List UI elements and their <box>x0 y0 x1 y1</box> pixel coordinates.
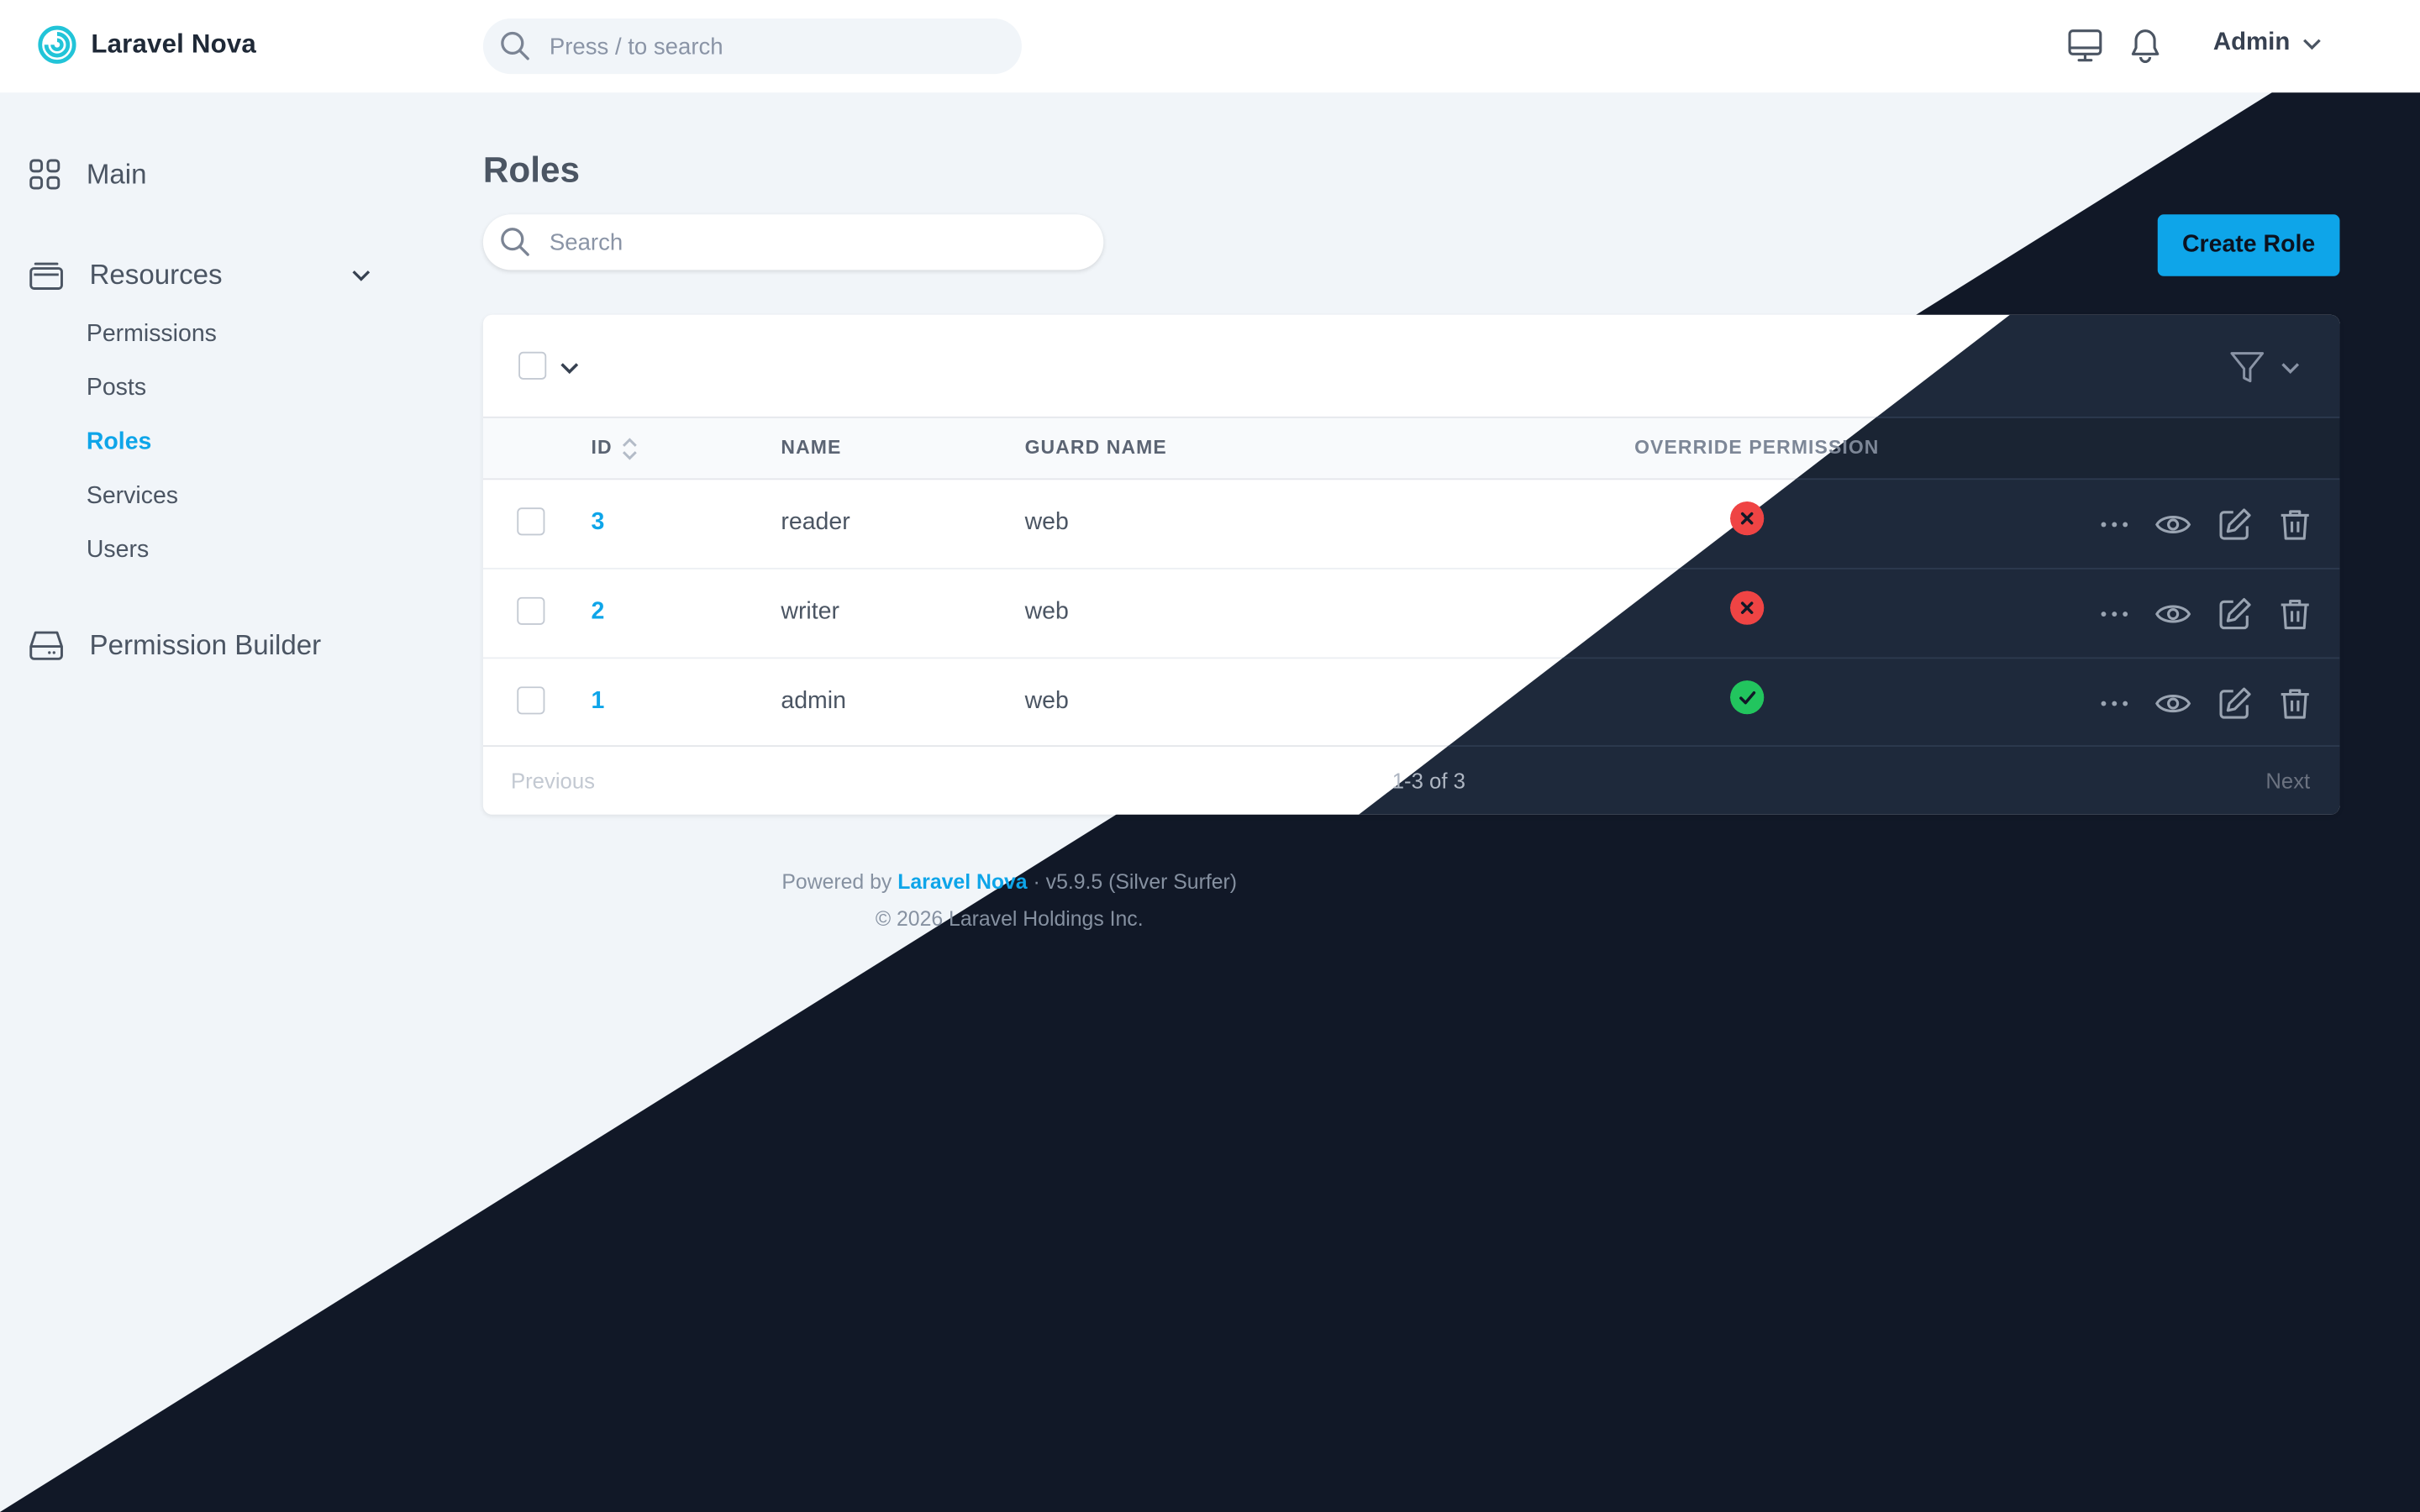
user-name: Admin <box>2212 29 2291 56</box>
drive-icon <box>29 631 63 660</box>
more-icon[interactable] <box>2096 506 2133 543</box>
brand-name: Laravel Nova <box>91 29 256 59</box>
x-circle-icon <box>1729 501 1765 536</box>
sidebar-item-label: Permission Builder <box>89 628 322 660</box>
sidebar-item-roles[interactable]: Roles <box>87 429 152 457</box>
resource-search[interactable] <box>482 214 1104 270</box>
brand[interactable]: Laravel Nova <box>37 22 256 68</box>
check-circle-icon <box>1729 680 1765 715</box>
edit-icon[interactable] <box>2217 685 2254 722</box>
sidebar: Main Resources Permissions Posts Roles S… <box>0 92 448 864</box>
filter-icon[interactable] <box>2227 347 2267 387</box>
sidebar-item-services[interactable]: Services <box>87 483 178 511</box>
table-content: ID NAME GUARD NAME OVERRIDE PERMISSION 3… <box>483 315 2340 815</box>
column-header-id[interactable]: ID <box>591 437 612 459</box>
search-icon <box>501 31 529 60</box>
chevron-down-icon[interactable] <box>2278 354 2302 379</box>
more-icon[interactable] <box>2096 596 2133 633</box>
sidebar-item-posts[interactable]: Posts <box>87 375 146 402</box>
archive-icon <box>29 262 63 290</box>
row-guard-name: web <box>1024 509 1069 536</box>
pagination-count: 1-3 of 3 <box>1392 768 1465 794</box>
trash-icon[interactable] <box>2276 506 2313 543</box>
bell-icon[interactable] <box>2128 28 2162 65</box>
trash-icon[interactable] <box>2276 685 2313 722</box>
row-name: writer <box>781 598 839 625</box>
row-id-link[interactable]: 2 <box>591 599 604 627</box>
top-header: Laravel Nova Admin <box>0 0 2420 93</box>
column-header-guard-name: GUARD NAME <box>1024 436 1167 459</box>
page-title: Roles <box>482 150 580 190</box>
row-checkbox[interactable] <box>517 686 545 715</box>
resource-search-input[interactable] <box>549 214 1075 270</box>
footer-copyright: © 2026 Laravel Holdings Inc. <box>875 907 1144 931</box>
column-header-override-permission: OVERRIDE PERMISSION <box>1634 436 1880 459</box>
row-checkbox[interactable] <box>517 507 545 536</box>
trash-icon[interactable] <box>2276 596 2313 633</box>
column-header-name: NAME <box>781 436 842 459</box>
search-icon <box>501 228 529 256</box>
sidebar-group-resources[interactable]: Resources <box>28 258 373 291</box>
row-guard-name: web <box>1024 688 1069 715</box>
sidebar-item-users[interactable]: Users <box>87 537 149 564</box>
pagination-previous[interactable]: Previous <box>511 769 595 793</box>
footer-powered-by: Powered by Laravel Nova · v5.9.5 (Silver… <box>0 870 2420 894</box>
chevron-down-icon <box>352 270 371 281</box>
eye-icon[interactable] <box>2154 596 2191 633</box>
edit-icon[interactable] <box>2217 506 2254 543</box>
sort-icon[interactable] <box>620 435 639 463</box>
sidebar-item-permissions[interactable]: Permissions <box>87 321 217 349</box>
create-role-button[interactable]: Create Role <box>2157 214 2340 276</box>
pagination-next[interactable]: Next <box>2265 769 2310 793</box>
eye-icon[interactable] <box>2154 685 2191 722</box>
row-guard-name: web <box>1024 598 1069 625</box>
chevron-down-icon[interactable] <box>557 354 581 379</box>
sidebar-item-permission-builder[interactable]: Permission Builder <box>28 628 321 662</box>
grid-icon <box>29 159 60 190</box>
nova-logo-icon <box>38 25 76 64</box>
resource-table-card: ID NAME GUARD NAME OVERRIDE PERMISSION 3… <box>482 314 2340 815</box>
page: Laravel Nova Admin <box>0 0 2420 1512</box>
global-search-input[interactable] <box>549 18 997 75</box>
row-name: reader <box>781 509 850 536</box>
sidebar-item-label: Main <box>86 158 147 189</box>
row-id-link[interactable]: 1 <box>591 688 604 716</box>
footer-version: · v5.9.5 (Silver Surfer) <box>1033 869 1238 894</box>
row-name: admin <box>781 688 846 715</box>
row-id-link[interactable]: 3 <box>591 509 604 537</box>
x-circle-icon <box>1729 591 1765 625</box>
footer-prefix: Powered by <box>781 869 892 894</box>
user-menu[interactable]: Admin <box>2213 29 2324 57</box>
more-icon[interactable] <box>2096 685 2133 722</box>
chevron-down-icon <box>2302 39 2321 50</box>
sidebar-group-label: Resources <box>89 258 223 290</box>
footer-nova-link[interactable]: Laravel Nova <box>897 870 1027 894</box>
sidebar-item-main[interactable]: Main <box>28 157 147 191</box>
global-search[interactable] <box>482 18 1022 75</box>
monitor-icon[interactable] <box>2066 28 2103 65</box>
select-all-checkbox[interactable] <box>518 351 547 380</box>
eye-icon[interactable] <box>2154 506 2191 543</box>
row-checkbox[interactable] <box>517 596 545 625</box>
edit-icon[interactable] <box>2217 596 2254 633</box>
